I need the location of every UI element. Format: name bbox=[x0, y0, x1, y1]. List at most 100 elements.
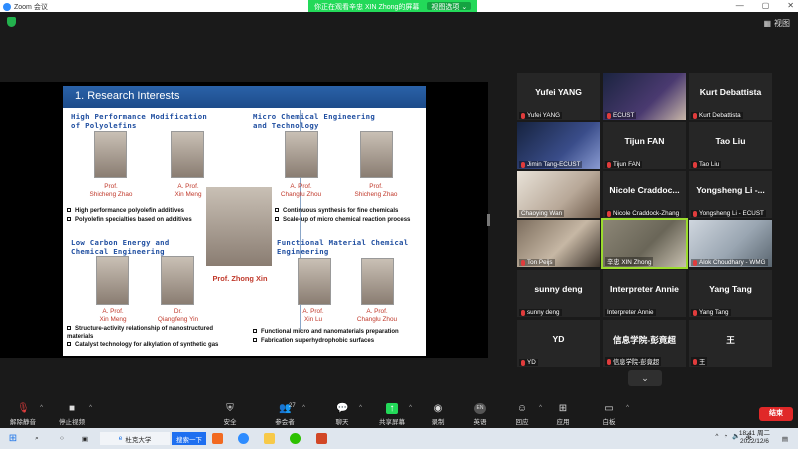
tile-label-text: Interpreter Annie bbox=[607, 309, 654, 316]
caret-up-icon[interactable]: ^ bbox=[89, 405, 92, 411]
stop-video-button[interactable]: ■ 停止视频 ^ bbox=[52, 403, 92, 426]
tile-label-text: 辛忠 XIN Zhong bbox=[607, 259, 652, 266]
taskbar-app-g[interactable] bbox=[210, 432, 224, 445]
participant-tile[interactable]: ECUST bbox=[603, 73, 686, 120]
tray-up-icon[interactable]: ^ bbox=[715, 433, 718, 440]
participant-tile[interactable]: Tijun FAN Tijun FAN bbox=[603, 122, 686, 169]
mic-muted-icon bbox=[693, 309, 697, 316]
apps-button[interactable]: ⊞ 应用 bbox=[543, 403, 583, 426]
mic-muted-icon bbox=[607, 161, 611, 168]
maximize-icon[interactable]: ▢ bbox=[762, 1, 770, 10]
section-title-functional-material: Functional Material Chemical Engineering bbox=[277, 238, 409, 256]
name-shicheng-zhao: Prof. Shicheng Zhao bbox=[89, 183, 133, 198]
taskbar-app-files[interactable] bbox=[262, 432, 276, 445]
tile-name-large: Tao Liu bbox=[715, 136, 746, 146]
taskbar-app-wechat[interactable] bbox=[288, 432, 302, 445]
task-view-icon[interactable]: ○ bbox=[55, 432, 69, 445]
participant-tile[interactable]: Interpreter Annie Interpreter Annie bbox=[603, 270, 686, 317]
mic-muted-icon bbox=[521, 161, 525, 168]
clock-time: 18:41 周二 bbox=[738, 430, 770, 437]
caret-up-icon[interactable]: ^ bbox=[539, 405, 542, 411]
share-screen-button[interactable]: ↑ 共享屏幕 ^ bbox=[372, 403, 412, 426]
participant-tile[interactable]: Tao Liu Tao Liu bbox=[689, 122, 772, 169]
taskbar-app-zoom[interactable] bbox=[236, 432, 250, 445]
share-screen-label: 共享屏幕 bbox=[379, 419, 405, 426]
tile-label: Yufei YANG bbox=[519, 112, 563, 119]
participant-tile[interactable]: Alok Choudhary - WMG bbox=[689, 220, 772, 267]
participant-tile[interactable]: sunny deng sunny deng bbox=[517, 270, 600, 317]
tile-label: Nicole Craddock-Zhang bbox=[605, 210, 682, 217]
mic-muted-icon bbox=[693, 358, 697, 365]
system-clock[interactable]: 18:41 周二 2022/12/6 bbox=[739, 430, 770, 446]
caret-up-icon[interactable]: ^ bbox=[302, 405, 305, 411]
name-zhong-xin: Prof. Zhong Xin bbox=[212, 274, 268, 283]
mic-muted-icon bbox=[693, 259, 697, 266]
caret-up-icon[interactable]: ^ bbox=[409, 405, 412, 411]
participant-tile[interactable]: Jimin Tang-ECUST bbox=[517, 122, 600, 169]
whiteboard-button[interactable]: ▭ 白板 ^ bbox=[589, 403, 630, 426]
layout-label: 视图 bbox=[774, 19, 790, 28]
task-view-icon-2[interactable]: ▣ bbox=[78, 432, 92, 445]
notifications-icon[interactable]: ▤ bbox=[778, 432, 792, 445]
network-icon[interactable]: ◔ bbox=[723, 433, 727, 440]
tile-label: YD bbox=[519, 359, 538, 366]
participant-tile[interactable]: Nicole Craddoc... Nicole Craddock-Zhang bbox=[603, 171, 686, 218]
mic-muted-icon bbox=[607, 112, 611, 119]
clock-date: 2022/12/6 bbox=[740, 438, 769, 445]
mic-muted-icon bbox=[607, 358, 611, 365]
encryption-shield-icon[interactable] bbox=[7, 17, 16, 27]
tile-label: Yang Tang bbox=[691, 309, 731, 316]
participants-button[interactable]: 👥 27 参会者 ^ bbox=[265, 403, 305, 426]
split-resize-handle[interactable] bbox=[487, 214, 490, 226]
bullet-polyolefin-1: High performance polyolefin additives bbox=[67, 207, 227, 215]
tile-label: 信息学院-彭竟超 bbox=[605, 357, 662, 366]
search-icon[interactable]: ⌕ bbox=[30, 432, 44, 445]
interpretation-button[interactable]: EN 英语 bbox=[460, 403, 500, 426]
layout-button[interactable]: ▦ 视图 bbox=[763, 18, 790, 29]
taskbar-app-search[interactable]: 搜索一下 bbox=[172, 432, 206, 445]
minimize-icon[interactable]: — bbox=[736, 1, 744, 10]
record-button[interactable]: ◉ 录制 bbox=[418, 403, 458, 426]
security-button[interactable]: ⛨ 安全 bbox=[210, 403, 250, 426]
bullet-text: Structure-activity relationship of nanos… bbox=[67, 326, 214, 340]
taskbar-app-browser[interactable]: e 杜克大学 bbox=[100, 432, 170, 445]
tile-name-large: Interpreter Annie bbox=[610, 284, 679, 294]
view-options-button[interactable]: 视图选项 ⌄ bbox=[427, 2, 472, 11]
participant-tile[interactable]: Chaoying Wan bbox=[517, 171, 600, 218]
unmute-button[interactable]: 🎙 解除静音 ^ bbox=[3, 403, 43, 426]
tile-name-large: Yang Tang bbox=[709, 284, 752, 294]
participant-tile[interactable]: Yufei YANG Yufei YANG bbox=[517, 73, 600, 120]
participant-tile[interactable]: 王王 bbox=[689, 320, 772, 367]
tile-name-large: Tijun FAN bbox=[624, 136, 665, 146]
mic-muted-icon bbox=[521, 112, 525, 119]
photo-changlu-zhou bbox=[285, 131, 318, 178]
participant-tile[interactable]: Yang Tang Yang Tang bbox=[689, 270, 772, 317]
tile-name-large: YD bbox=[552, 334, 565, 344]
caret-up-icon[interactable]: ^ bbox=[359, 405, 362, 411]
chat-button[interactable]: 💬 聊天 ^ bbox=[322, 403, 363, 426]
smiley-icon: ☺ bbox=[516, 403, 528, 414]
participant-tile[interactable]: YD YD bbox=[517, 320, 600, 367]
close-icon[interactable]: ✕ bbox=[787, 1, 794, 10]
participant-tile[interactable]: Kurt Debattista Kurt Debattista bbox=[689, 73, 772, 120]
powerpoint-icon bbox=[315, 433, 327, 444]
taskbar-app-powerpoint[interactable] bbox=[314, 432, 328, 445]
participant-tile[interactable]: Ton Peijs bbox=[517, 220, 600, 267]
language-icon: EN bbox=[474, 403, 486, 414]
tile-label-text: Ton Peijs bbox=[527, 259, 553, 266]
windows-start-icon[interactable]: ⊞ bbox=[6, 432, 20, 445]
photo-xin-lu bbox=[298, 258, 331, 305]
name-xin-meng-2: A. Prof. Xin Meng bbox=[99, 308, 127, 323]
bullet-functional-2: Fabrication superhydrophobic surfaces bbox=[253, 337, 425, 345]
active-speaker-tile[interactable]: 辛忠 XIN Zhong bbox=[601, 218, 688, 269]
participant-tile[interactable]: 信息学院-彭竟超 信息学院-彭竟超 bbox=[603, 320, 686, 367]
tile-name-large: Yufei YANG bbox=[535, 87, 582, 97]
end-meeting-button[interactable]: 结束 bbox=[759, 407, 793, 421]
reactions-button[interactable]: ☺ 回应 ^ bbox=[502, 403, 543, 426]
caret-up-icon[interactable]: ^ bbox=[40, 405, 43, 411]
caret-up-icon[interactable]: ^ bbox=[626, 405, 629, 411]
gallery-next-page-button[interactable]: ⌄ bbox=[628, 370, 662, 386]
shield-icon: ⛨ bbox=[226, 403, 234, 414]
bullet-low-carbon-1: Structure-activity relationship of nanos… bbox=[67, 325, 237, 341]
participant-tile[interactable]: Yongsheng Li -... Yongsheng Li - ECUST bbox=[689, 171, 772, 218]
